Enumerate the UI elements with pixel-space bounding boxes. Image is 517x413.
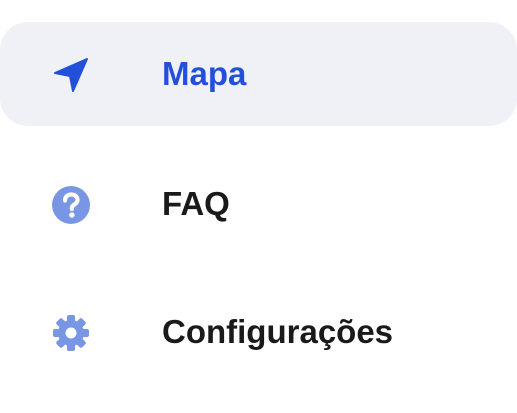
sidebar-item-configuracoes[interactable]: Configurações <box>0 280 517 384</box>
sidebar-item-faq[interactable]: FAQ <box>0 152 517 256</box>
sidebar-item-label: Configurações <box>162 313 394 350</box>
sidebar-item-label: FAQ <box>162 185 230 222</box>
question-circle-icon <box>50 184 92 226</box>
location-arrow-icon <box>50 54 92 96</box>
sidebar-item-mapa[interactable]: Mapa <box>0 22 517 126</box>
gear-icon <box>50 312 92 354</box>
sidebar-item-label: Mapa <box>162 55 247 92</box>
sidebar-nav: Mapa FAQ Configurações <box>0 0 517 413</box>
